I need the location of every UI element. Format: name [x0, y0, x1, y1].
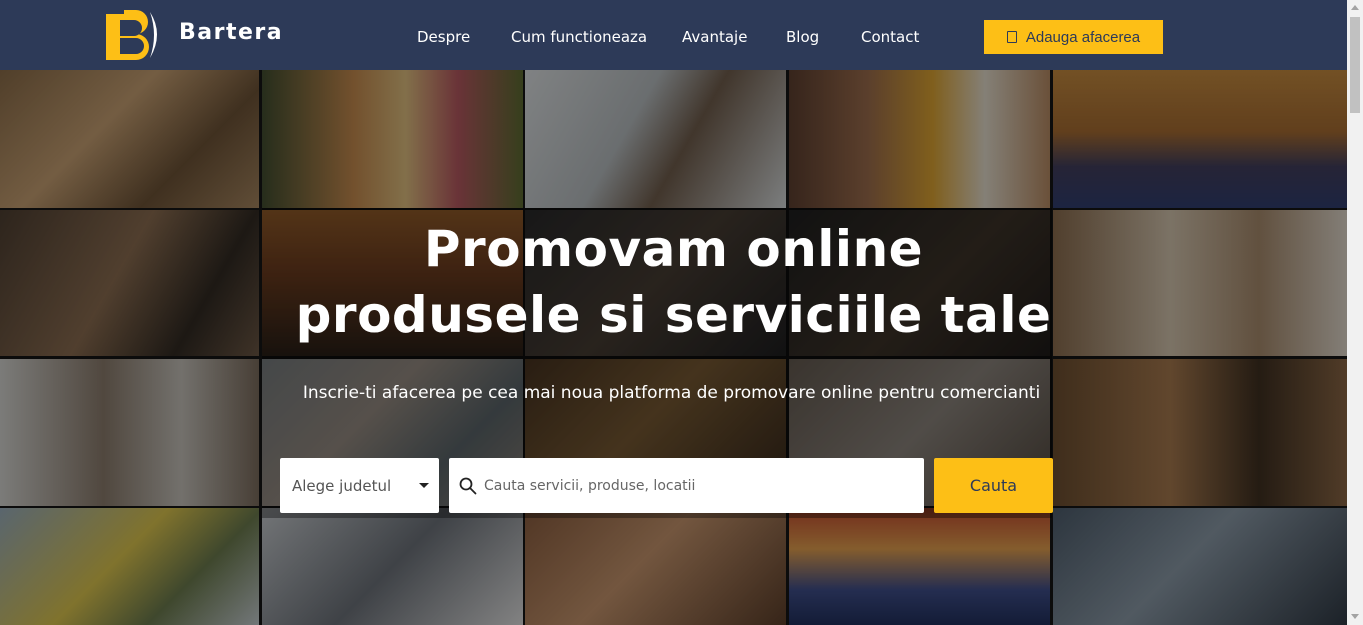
hero-headline-line1: Promovam online: [423, 220, 924, 278]
search-button[interactable]: Cauta: [934, 458, 1053, 513]
nav-blog[interactable]: Blog: [786, 28, 819, 46]
scroll-down-icon[interactable]: [1351, 614, 1359, 619]
hero-photo: [1053, 508, 1347, 625]
logo-icon[interactable]: [104, 8, 166, 60]
search-input[interactable]: [484, 458, 914, 513]
hero-photo: [525, 70, 786, 208]
add-business-button[interactable]: Adauga afacerea: [984, 20, 1163, 54]
nav-contact[interactable]: Contact: [861, 28, 919, 46]
hero-photo: [1053, 359, 1347, 506]
county-select-value: Alege judetul: [292, 476, 392, 495]
add-business-label: Adauga afacerea: [1025, 28, 1141, 46]
scrollbar-thumb[interactable]: [1350, 17, 1360, 113]
search-box[interactable]: [449, 458, 924, 513]
nav-cum-functioneaza[interactable]: Cum functioneaza: [511, 28, 647, 46]
hero-photo: [262, 70, 523, 208]
search-icon: [459, 477, 477, 495]
header: Bartera Despre Cum functioneaza Avantaje…: [0, 0, 1347, 70]
hero-photo: [0, 359, 259, 506]
plus-icon: [1006, 31, 1017, 43]
hero-photo: [0, 508, 259, 625]
brand-name[interactable]: Bartera: [179, 20, 283, 45]
hero-photo: [1053, 70, 1347, 208]
hero-photo: [0, 70, 259, 208]
nav-despre[interactable]: Despre: [417, 28, 470, 46]
hero-photo: [525, 508, 786, 625]
county-select[interactable]: Alege judetul: [280, 458, 439, 513]
hero-photo: [789, 70, 1050, 208]
dropdown-caret-icon: [419, 483, 429, 488]
hero-photo: [789, 508, 1050, 625]
scroll-up-icon[interactable]: [1351, 5, 1359, 10]
page-scrollbar[interactable]: [1347, 0, 1363, 625]
nav-avantaje[interactable]: Avantaje: [682, 28, 747, 46]
hero-subtitle: Inscrie-ti afacerea pe cea mai noua plat…: [302, 383, 1041, 403]
hero-headline-line2: produsele si serviciile tale: [295, 286, 1052, 344]
hero-photo: [262, 508, 523, 625]
